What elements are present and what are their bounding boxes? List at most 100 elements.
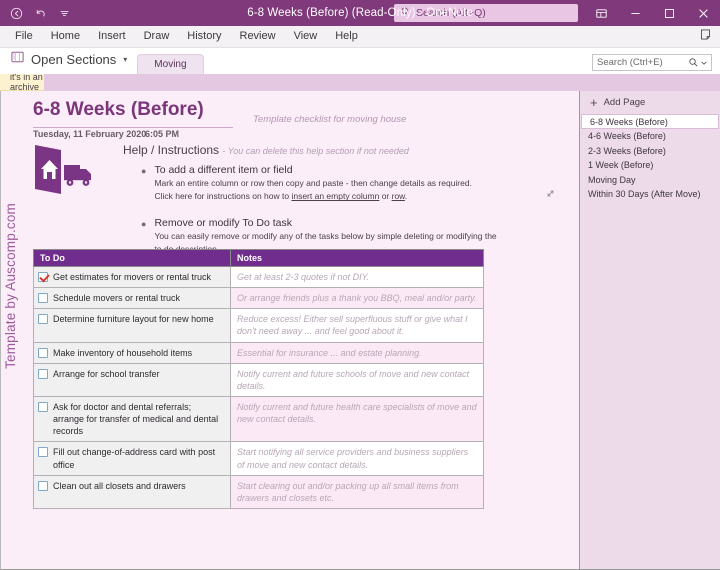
open-sections-button[interactable]: Open Sections ▾ bbox=[0, 48, 137, 74]
help-bullet-2-line1: You can easily remove or modify any of t… bbox=[154, 230, 496, 242]
notes-cell[interactable]: Notify current and future health care sp… bbox=[231, 396, 484, 441]
onenote-window: 6-8 Weeks (Before) (Read-Only) - OneNote… bbox=[0, 0, 720, 570]
minimize-button[interactable] bbox=[618, 0, 652, 26]
menu-item-draw[interactable]: Draw bbox=[135, 28, 179, 45]
page-list-item[interactable]: 1 Week (Before) bbox=[580, 158, 720, 173]
todo-cell[interactable]: Get estimates for movers or rental truck bbox=[34, 267, 231, 288]
notes-cell[interactable]: Essential for insurance ... and estate p… bbox=[231, 342, 484, 363]
house-and-moving-truck-icon bbox=[31, 141, 99, 199]
page-time: 6:05 PM bbox=[145, 129, 179, 139]
todo-table-header-row: To Do Notes bbox=[34, 250, 484, 267]
template-subtitle: Template checklist for moving house bbox=[253, 114, 406, 125]
todo-checkbox-checked[interactable] bbox=[38, 272, 48, 282]
help-heading-subtext: - You can delete this help section if no… bbox=[222, 146, 408, 156]
todo-cell[interactable]: Clean out all closets and drawers bbox=[34, 475, 231, 508]
template-watermark: Template by Auscomp.com bbox=[3, 203, 18, 369]
menu-item-home[interactable]: Home bbox=[42, 28, 89, 45]
todo-cell[interactable]: Schedule movers or rental truck bbox=[34, 288, 231, 309]
menu-item-insert[interactable]: Insert bbox=[89, 28, 135, 45]
column-header-notes: Notes bbox=[231, 250, 484, 267]
table-row: Schedule movers or rental truckOr arrang… bbox=[34, 288, 484, 309]
insert-empty-column-link[interactable]: insert an empty column bbox=[291, 191, 379, 201]
menu-item-view[interactable]: View bbox=[285, 28, 327, 45]
todo-checkbox[interactable] bbox=[38, 369, 48, 379]
notes-cell[interactable]: Start notifying all service providers an… bbox=[231, 442, 484, 475]
notes-cell[interactable]: Start clearing out and/or packing up all… bbox=[231, 475, 484, 508]
todo-cell[interactable]: Make inventory of household items bbox=[34, 342, 231, 363]
help-bullet-2-title: Remove or modify To Do task bbox=[154, 217, 496, 229]
todo-cell[interactable]: Determine furniture layout for new home bbox=[34, 309, 231, 342]
table-row: Ask for doctor and dental referrals; arr… bbox=[34, 396, 484, 441]
notes-cell[interactable]: Or arrange friends plus a thank you BBQ,… bbox=[231, 288, 484, 309]
todo-cell[interactable]: Fill out change-of-address card with pos… bbox=[34, 442, 231, 475]
todo-table[interactable]: To Do Notes Get estimates for movers or … bbox=[33, 249, 484, 509]
page-list-item[interactable]: 6-8 Weeks (Before) bbox=[581, 114, 719, 129]
menu-item-file[interactable]: File bbox=[6, 28, 42, 45]
notice-bar-row: This section can't be edited because it'… bbox=[0, 74, 720, 91]
menu-item-help[interactable]: Help bbox=[326, 28, 367, 45]
todo-text: Clean out all closets and drawers bbox=[53, 480, 186, 492]
menu-item-review[interactable]: Review bbox=[231, 28, 285, 45]
help-instructions-block: Help / Instructions - You can delete thi… bbox=[123, 143, 513, 255]
back-arrow-icon[interactable] bbox=[5, 2, 27, 24]
todo-checkbox[interactable] bbox=[38, 447, 48, 457]
quick-access-toolbar bbox=[0, 2, 75, 24]
todo-text: Get estimates for movers or rental truck bbox=[53, 271, 211, 283]
notes-cell[interactable]: Reduce excess! Either sell superfluous s… bbox=[231, 309, 484, 342]
plus-icon: + bbox=[590, 96, 598, 109]
todo-text: Fill out change-of-address card with pos… bbox=[53, 446, 224, 470]
page-list-item[interactable]: Moving Day bbox=[580, 173, 720, 188]
todo-cell[interactable]: Arrange for school transfer bbox=[34, 363, 231, 396]
notes-cell[interactable]: Get at least 2-3 quotes if not DIY. bbox=[231, 267, 484, 288]
undo-icon[interactable] bbox=[29, 2, 51, 24]
add-page-button[interactable]: + Add Page bbox=[580, 91, 720, 113]
table-row: Arrange for school transferNotify curren… bbox=[34, 363, 484, 396]
title-bar-right: Search (Alt+Q) bbox=[394, 0, 720, 26]
notice-bar-filler bbox=[44, 74, 720, 91]
todo-checkbox[interactable] bbox=[38, 314, 48, 324]
section-search-input[interactable]: Search (Ctrl+E) bbox=[592, 54, 712, 71]
help-bullet-1-line2-mid: or bbox=[379, 191, 391, 201]
menu-item-history[interactable]: History bbox=[178, 28, 230, 45]
add-page-label: Add Page bbox=[604, 97, 646, 108]
todo-checkbox[interactable] bbox=[38, 481, 48, 491]
page-list: 6-8 Weeks (Before)4-6 Weeks (Before)2-3 … bbox=[580, 113, 720, 202]
body-row: Template by Auscomp.com 6-8 Weeks (Befor… bbox=[0, 91, 720, 570]
maximize-button[interactable] bbox=[652, 0, 686, 26]
todo-checkbox[interactable] bbox=[38, 348, 48, 358]
help-bullet-1-line2: Click here for instructions on how to in… bbox=[154, 190, 472, 202]
page-content: 6-8 Weeks (Before) Tuesday, 11 February … bbox=[23, 91, 579, 569]
menu-bar-right bbox=[699, 28, 720, 46]
section-bar-right: Search (Ctrl+E) bbox=[592, 54, 720, 74]
help-bullet-1: ● To add a different item or field Mark … bbox=[123, 164, 513, 203]
section-tab-moving[interactable]: Moving bbox=[137, 54, 203, 74]
page-title[interactable]: 6-8 Weeks (Before) bbox=[33, 99, 204, 121]
page-list-item[interactable]: 2-3 Weeks (Before) bbox=[580, 144, 720, 159]
help-bullet-1-title: To add a different item or field bbox=[154, 164, 472, 176]
chevron-down-icon: ▾ bbox=[123, 55, 127, 64]
page-canvas[interactable]: Template by Auscomp.com 6-8 Weeks (Befor… bbox=[0, 91, 580, 570]
todo-text: Make inventory of household items bbox=[53, 347, 192, 359]
customize-quick-access-icon[interactable] bbox=[53, 2, 75, 24]
todo-checkbox[interactable] bbox=[38, 293, 48, 303]
todo-checkbox[interactable] bbox=[38, 402, 48, 412]
help-heading-text: Help / Instructions bbox=[123, 143, 219, 157]
open-sections-label: Open Sections bbox=[31, 52, 116, 67]
todo-table-body: Get estimates for movers or rental truck… bbox=[34, 267, 484, 509]
column-header-todo: To Do bbox=[34, 250, 231, 267]
todo-text: Determine furniture layout for new home bbox=[53, 313, 214, 325]
page-list-item[interactable]: 4-6 Weeks (Before) bbox=[580, 129, 720, 144]
section-search-placeholder: Search (Ctrl+E) bbox=[597, 57, 663, 68]
sticky-note-icon[interactable] bbox=[699, 28, 712, 46]
title-bar: 6-8 Weeks (Before) (Read-Only) - OneNote… bbox=[0, 0, 720, 26]
global-search-placeholder: Search (Alt+Q) bbox=[416, 7, 486, 19]
section-search-icons[interactable] bbox=[688, 57, 707, 68]
insert-row-link[interactable]: row bbox=[392, 191, 405, 201]
todo-cell[interactable]: Ask for doctor and dental referrals; arr… bbox=[34, 396, 231, 441]
ribbon-display-options-button[interactable] bbox=[584, 0, 618, 26]
archive-notice-bar[interactable]: This section can't be edited because it'… bbox=[0, 74, 44, 91]
global-search-box[interactable]: Search (Alt+Q) bbox=[394, 4, 578, 22]
close-button[interactable] bbox=[686, 0, 720, 26]
notes-cell[interactable]: Notify current and future schools of mov… bbox=[231, 363, 484, 396]
page-list-item[interactable]: Within 30 Days (After Move) bbox=[580, 187, 720, 202]
